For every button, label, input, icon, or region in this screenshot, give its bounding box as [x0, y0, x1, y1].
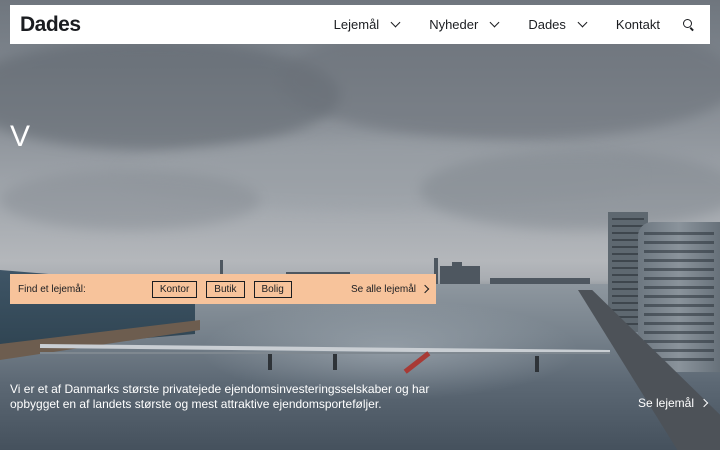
see-properties-link[interactable]: Se lejemål	[637, 396, 709, 410]
hero-heading: V	[10, 120, 31, 153]
filter-bolig-button[interactable]: Bolig	[253, 280, 292, 298]
chevron-down-icon	[489, 17, 500, 28]
main-menu: Lejemål Nyheder Dades Kontakt	[334, 17, 696, 32]
chevron-right-icon	[420, 284, 430, 294]
nav-item-kontakt[interactable]: Kontakt	[616, 17, 660, 32]
bridge-rail	[40, 352, 610, 354]
top-navigation: Dades Lejemål Nyheder Dades Kontakt	[10, 5, 710, 44]
cloud	[0, 170, 260, 230]
see-properties-label: Se lejemål	[637, 396, 694, 410]
cloud	[420, 150, 720, 230]
nav-item-label: Lejemål	[333, 17, 380, 32]
nav-item-dades[interactable]: Dades	[528, 17, 588, 32]
intro-text: Vi er et af Danmarks største privatejede…	[10, 382, 430, 411]
chevron-down-icon	[390, 17, 401, 28]
bridge-pier	[268, 354, 272, 370]
nav-item-label: Dades	[528, 17, 566, 32]
chevron-right-icon	[699, 398, 709, 408]
search-icon[interactable]	[682, 18, 696, 32]
dades-logo[interactable]: Dades	[20, 13, 81, 37]
see-all-label: Se alle lejemål	[350, 283, 416, 295]
property-finder-bar: Find et lejemål: Kontor Butik Bolig Se a…	[10, 274, 436, 304]
bridge-pier	[535, 356, 539, 372]
see-all-properties-link[interactable]: Se alle lejemål	[350, 283, 430, 295]
finder-label: Find et lejemål:	[18, 283, 86, 295]
nav-item-label: Kontakt	[615, 17, 660, 32]
nav-item-lejemaal[interactable]: Lejemål	[333, 17, 401, 32]
logo-text: Dades	[20, 12, 81, 36]
nav-item-nyheder[interactable]: Nyheder	[429, 17, 500, 32]
bridge-pier	[333, 354, 337, 370]
nav-item-label: Nyheder	[429, 17, 479, 32]
filter-butik-button[interactable]: Butik	[206, 280, 245, 298]
chevron-down-icon	[577, 17, 588, 28]
filter-kontor-button[interactable]: Kontor	[151, 280, 198, 298]
